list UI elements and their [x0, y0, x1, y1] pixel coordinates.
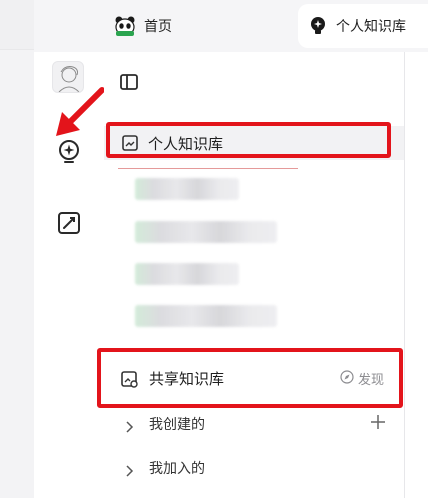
outer-left-top	[0, 0, 34, 50]
tab-personal-kb[interactable]: 个人知识库	[298, 4, 428, 48]
chevron-right-icon[interactable]	[124, 462, 134, 477]
list-item[interactable]	[135, 178, 239, 200]
tab-home[interactable]: 首页	[114, 4, 172, 48]
list-item[interactable]	[135, 305, 277, 327]
divider	[118, 168, 298, 169]
list-item[interactable]	[135, 263, 239, 285]
chevron-right-icon[interactable]	[124, 418, 134, 433]
page: 首页 个人知识库 个人知识库 共享知识库 发现 我创建的 我加入的	[0, 0, 428, 498]
highlight-box-shared	[97, 348, 403, 408]
pencil-square-icon[interactable]	[56, 210, 82, 236]
panda-icon	[114, 15, 136, 37]
group-joined-label[interactable]: 我加入的	[149, 458, 205, 478]
tab-home-label: 首页	[144, 19, 172, 35]
plus-icon[interactable]	[370, 414, 386, 430]
tab-kb-label: 个人知识库	[336, 19, 406, 35]
outer-left-strip	[0, 0, 34, 498]
content-area-edge	[404, 52, 428, 498]
highlight-box-personal	[106, 122, 391, 158]
group-created-label[interactable]: 我创建的	[149, 414, 205, 434]
list-item[interactable]	[135, 221, 277, 243]
panel-toggle-icon[interactable]	[119, 72, 139, 92]
lightbulb-icon	[308, 16, 328, 36]
